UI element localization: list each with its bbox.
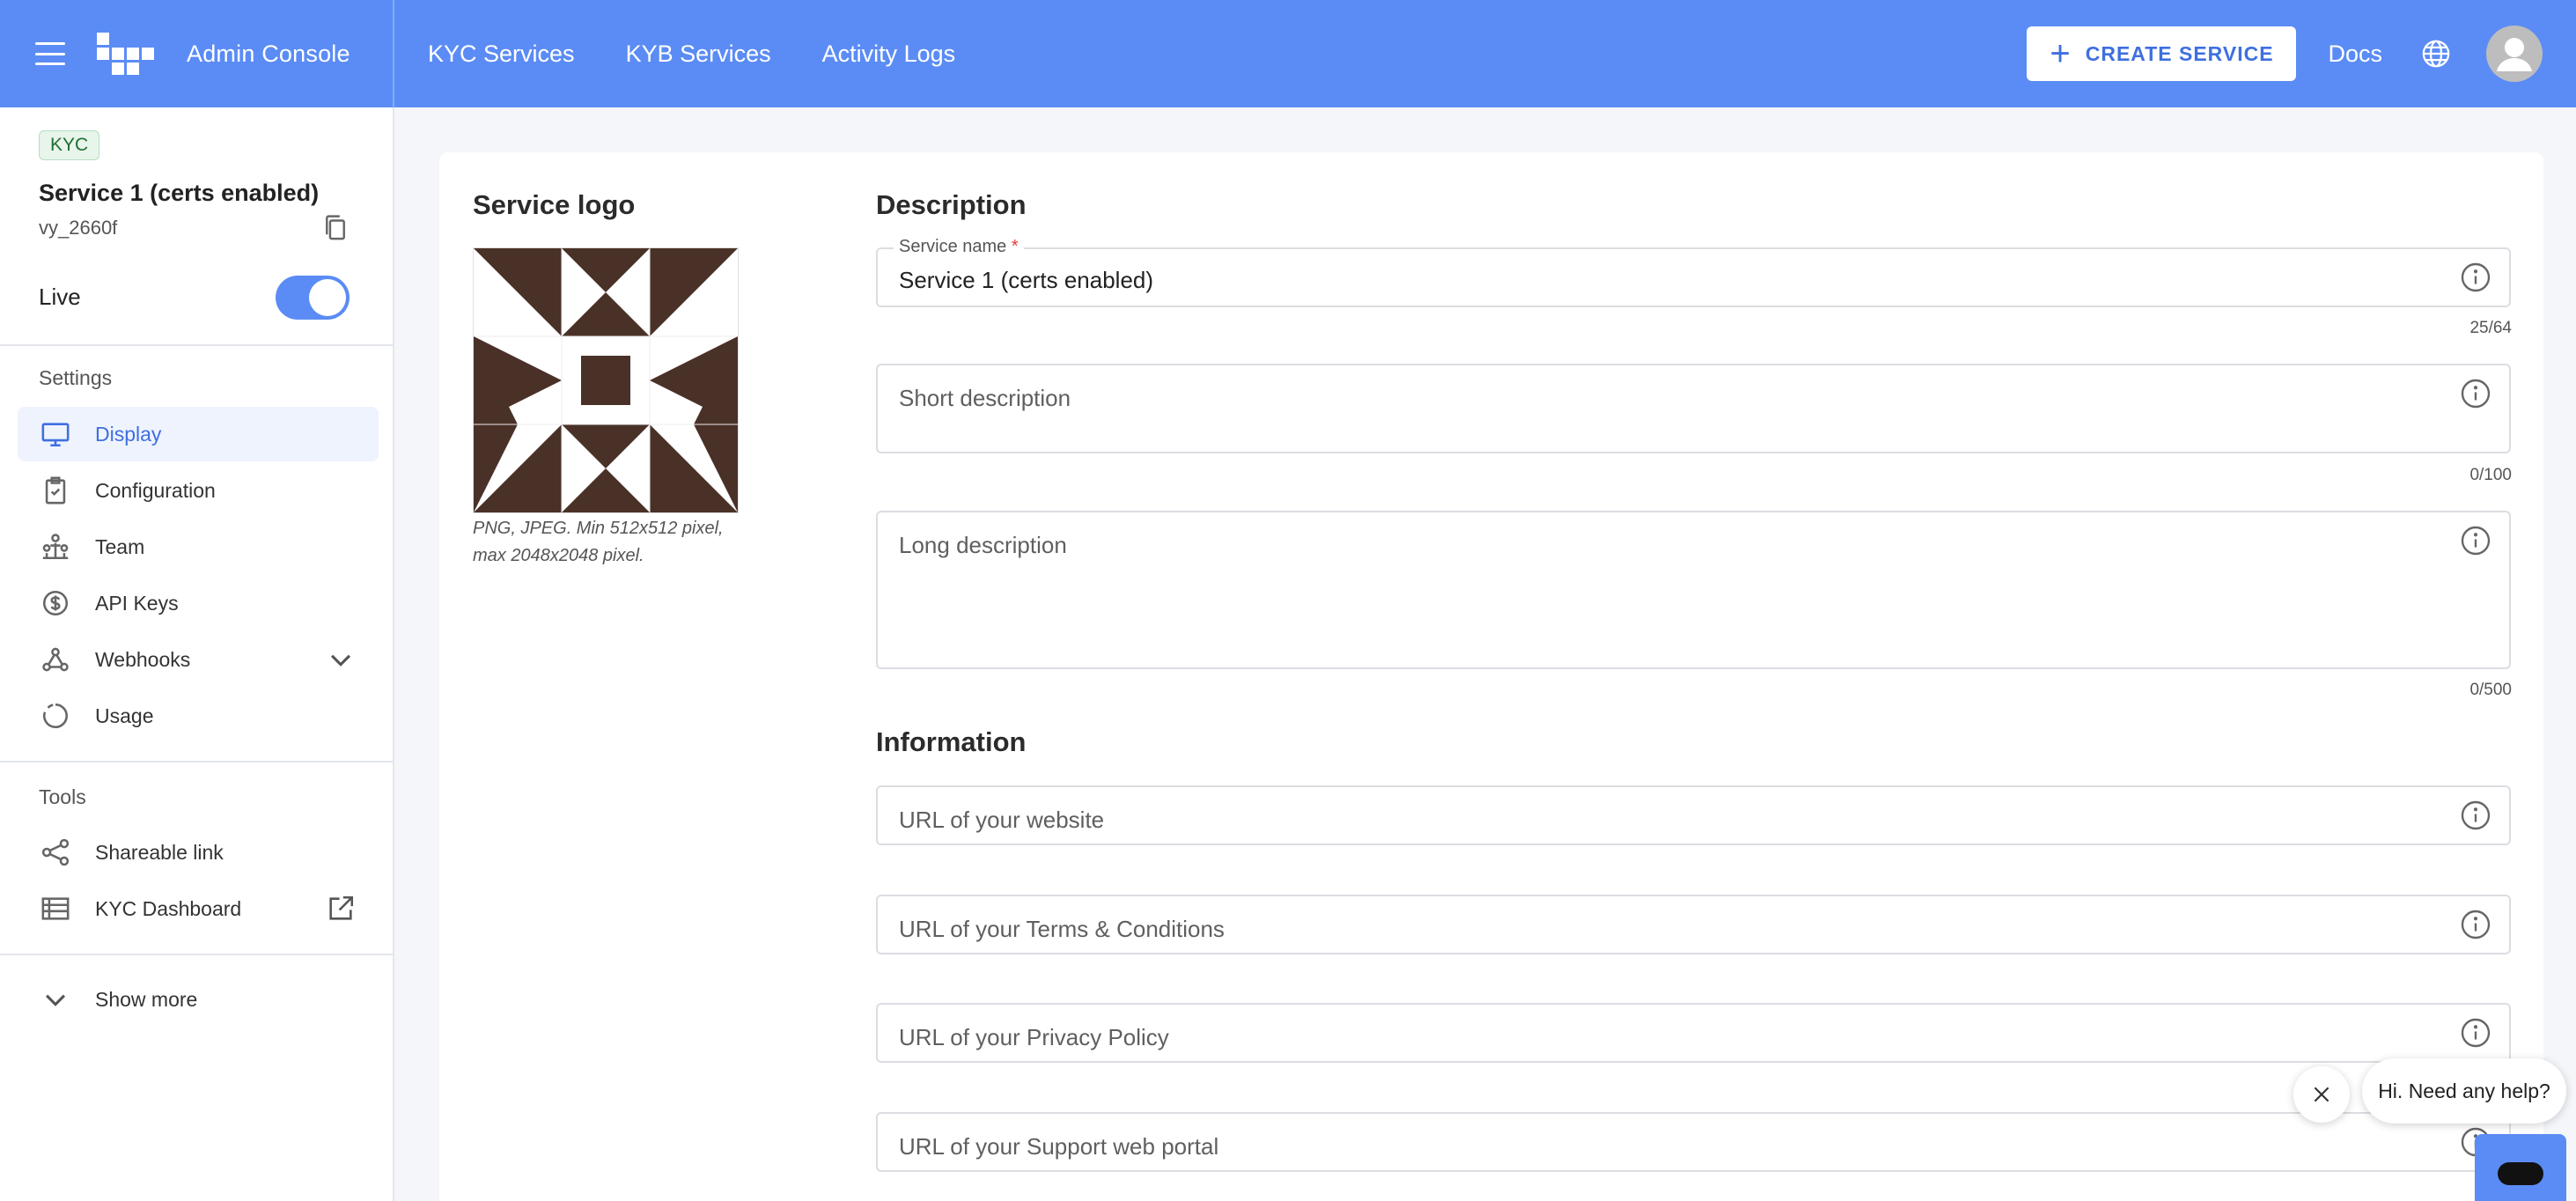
dollar-circle-icon xyxy=(42,590,69,616)
sidebar-divider xyxy=(0,954,393,955)
toggle-knob xyxy=(309,279,346,316)
top-app-bar: Admin Console KYC Services KYB Services … xyxy=(0,0,2576,107)
identicon-logo-icon xyxy=(474,248,738,512)
show-more-button[interactable]: Show more xyxy=(18,972,379,1027)
open-external-icon[interactable] xyxy=(326,894,356,924)
share-icon xyxy=(41,838,70,866)
sidebar-item-api-keys[interactable]: API Keys xyxy=(18,576,379,630)
sidebar-item-webhooks[interactable]: Webhooks xyxy=(18,632,379,687)
sidebar-divider xyxy=(0,761,393,763)
info-icon[interactable] xyxy=(2460,799,2491,831)
show-more-label: Show more xyxy=(95,987,198,1011)
chevron-down-icon xyxy=(45,994,66,1006)
sidebar-item-label: Webhooks xyxy=(95,647,191,671)
short-description-field[interactable]: Short description xyxy=(876,364,2511,453)
sidebar-item-team[interactable]: Team xyxy=(18,519,379,574)
privacy-url-field[interactable]: URL of your Privacy Policy xyxy=(876,1003,2511,1063)
sidebar-item-label: Configuration xyxy=(95,478,216,502)
menu-icon[interactable] xyxy=(35,42,65,65)
service-logo-title: Service logo xyxy=(473,189,636,220)
topbar-brand-area: Admin Console xyxy=(0,0,394,107)
logo-format-hint: PNG, JPEG. Min 512x512 pixel, max 2048x2… xyxy=(473,519,724,565)
sidebar-item-label: API Keys xyxy=(95,591,179,615)
create-service-label: CREATE SERVICE xyxy=(2085,41,2274,65)
nav-kyc-services[interactable]: KYC Services xyxy=(428,41,575,68)
chat-launcher-button[interactable] xyxy=(2475,1134,2566,1201)
info-icon[interactable] xyxy=(2460,525,2491,556)
sidebar-divider xyxy=(0,344,393,346)
support-url-placeholder: URL of your Support web portal xyxy=(899,1133,1219,1160)
sidebar-item-label: Team xyxy=(95,534,145,558)
app-title: Admin Console xyxy=(187,40,350,67)
sidebar-item-label: Shareable link xyxy=(95,840,224,864)
list-icon xyxy=(41,897,70,920)
person-icon xyxy=(2497,38,2532,71)
info-icon[interactable] xyxy=(2460,262,2491,293)
docs-link[interactable]: Docs xyxy=(2328,41,2382,68)
service-id: vy_2660f xyxy=(39,217,118,239)
info-icon[interactable] xyxy=(2460,1017,2491,1049)
tools-section-label: Tools xyxy=(39,785,86,808)
service-logo-upload[interactable] xyxy=(473,247,739,513)
sidebar-item-configuration[interactable]: Configuration xyxy=(18,463,379,518)
webhook-icon xyxy=(42,647,69,672)
clipboard-icon xyxy=(45,476,66,505)
top-nav: KYC Services KYB Services Activity Logs xyxy=(428,41,955,68)
terms-url-field[interactable]: URL of your Terms & Conditions xyxy=(876,895,2511,954)
team-icon xyxy=(42,534,69,560)
topbar-actions: + CREATE SERVICE Docs xyxy=(2027,0,2576,107)
description-section-title: Description xyxy=(876,189,1027,220)
monitor-icon xyxy=(41,423,70,447)
sidebar-item-shareable-link[interactable]: Shareable link xyxy=(18,825,379,880)
service-name-field[interactable]: Service name * Service 1 (certs enabled) xyxy=(876,237,2511,307)
nav-kyb-services[interactable]: KYB Services xyxy=(626,41,771,68)
settings-section-label: Settings xyxy=(39,366,113,389)
website-url-placeholder: URL of your website xyxy=(899,807,1105,833)
copy-icon[interactable] xyxy=(322,213,349,243)
live-toggle[interactable] xyxy=(276,276,350,320)
terms-url-placeholder: URL of your Terms & Conditions xyxy=(899,916,1225,942)
info-icon[interactable] xyxy=(2460,378,2491,409)
short-description-placeholder: Short description xyxy=(899,385,1071,411)
sidebar: KYC Service 1 (certs enabled) vy_2660f L… xyxy=(0,107,394,1201)
avatar[interactable] xyxy=(2486,26,2543,82)
sidebar-item-label: KYC Dashboard xyxy=(95,896,242,920)
service-display-card: Service logo PNG, JPEG. Min 512x512 pixe… xyxy=(439,152,2543,1201)
short-description-counter: 0/100 xyxy=(2469,466,2512,484)
sidebar-item-kyc-dashboard[interactable]: KYC Dashboard xyxy=(18,881,379,936)
info-icon[interactable] xyxy=(2460,909,2491,940)
globe-icon[interactable] xyxy=(2421,39,2451,69)
service-name-input[interactable]: Service 1 (certs enabled) xyxy=(899,267,1153,294)
long-description-placeholder: Long description xyxy=(899,532,1067,558)
chat-greeting-text: Hi. Need any help? xyxy=(2378,1079,2550,1102)
sidebar-item-usage[interactable]: Usage xyxy=(18,689,379,743)
app-logo-icon xyxy=(97,33,154,75)
long-description-counter: 0/500 xyxy=(2469,681,2512,699)
chevron-down-icon[interactable] xyxy=(326,645,356,674)
information-section-title: Information xyxy=(876,726,1027,757)
close-icon xyxy=(2314,1087,2329,1102)
nav-activity-logs[interactable]: Activity Logs xyxy=(822,41,956,68)
sidebar-item-label: Display xyxy=(95,422,162,446)
long-description-field[interactable]: Long description xyxy=(876,511,2511,669)
service-name-counter: 25/64 xyxy=(2469,319,2512,337)
service-type-badge: KYC xyxy=(39,130,100,160)
privacy-url-placeholder: URL of your Privacy Policy xyxy=(899,1024,1169,1050)
chat-greeting-bubble[interactable]: Hi. Need any help? xyxy=(2362,1058,2566,1124)
chat-close-button[interactable] xyxy=(2293,1066,2350,1123)
sidebar-item-display[interactable]: Display xyxy=(18,407,379,461)
support-url-field[interactable]: URL of your Support web portal xyxy=(876,1112,2511,1172)
sidebar-item-label: Usage xyxy=(95,704,154,727)
create-service-button[interactable]: + CREATE SERVICE xyxy=(2027,26,2297,81)
service-title: Service 1 (certs enabled) xyxy=(39,180,320,206)
website-url-field[interactable]: URL of your website xyxy=(876,785,2511,845)
required-marker: * xyxy=(1011,237,1019,256)
service-name-label: Service name * xyxy=(894,237,1024,257)
circle-progress-icon xyxy=(43,703,68,728)
live-label: Live xyxy=(39,284,81,310)
plus-icon: + xyxy=(2050,34,2072,73)
chat-icon xyxy=(2498,1162,2543,1185)
